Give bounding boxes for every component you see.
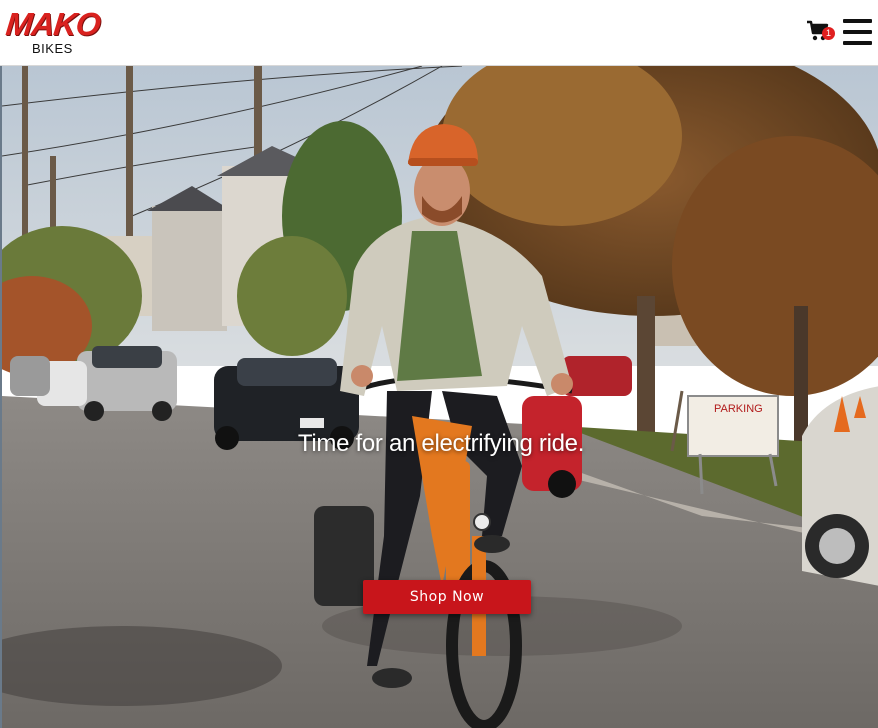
site-header: MAKO BIKES 1 [0,0,878,66]
logo-subtext: BIKES [32,41,73,56]
parked-car [77,346,177,421]
menu-bar [843,19,872,23]
house [152,206,227,331]
hero-image: PARKING [2,66,878,728]
mako-bikes-logo[interactable]: MAKO BIKES [4,6,102,58]
hero-tagline: Time for an electrifying ride. [297,430,585,457]
logo-mark: MAKO [4,6,102,42]
parked-car [562,356,632,396]
tree [237,236,347,356]
menu-bar [843,30,872,34]
menu-bar [843,41,872,45]
hamburger-menu-icon[interactable] [843,19,873,46]
shop-now-button[interactable]: Shop Now [363,580,531,614]
cart-count-badge: 1 [822,27,835,40]
svg-text:PARKING: PARKING [714,403,763,415]
cart-button[interactable]: 1 [806,20,835,44]
hero-banner: PARKING Time for an electrifying ride. S… [0,66,878,728]
